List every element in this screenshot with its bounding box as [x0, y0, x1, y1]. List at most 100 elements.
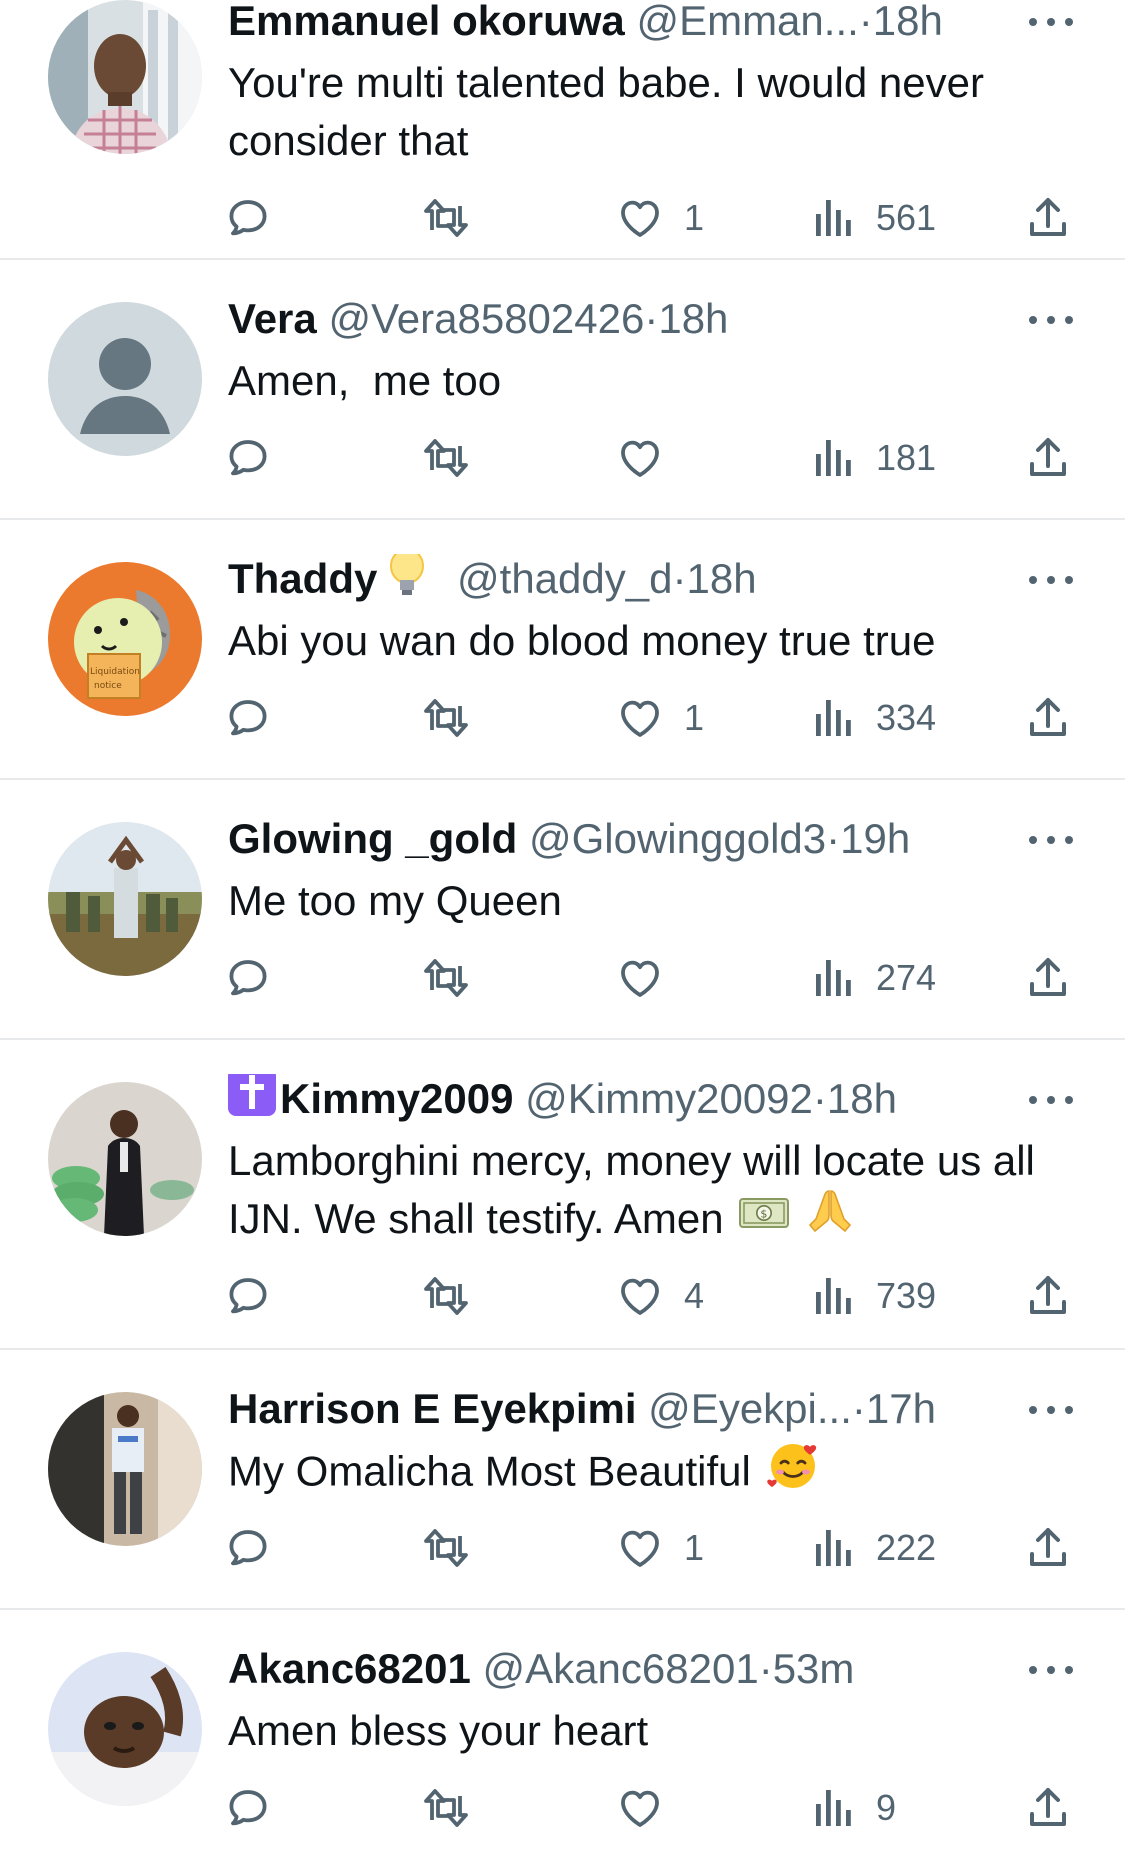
- retweet-icon: [420, 694, 472, 742]
- timestamp[interactable]: 18h: [686, 555, 756, 602]
- retweet-icon: [420, 1784, 472, 1832]
- reply-button[interactable]: [224, 192, 272, 244]
- like-button[interactable]: 1: [616, 692, 704, 744]
- reply-button[interactable]: [224, 692, 272, 744]
- share-upload-icon: [1024, 194, 1072, 242]
- retweet-button[interactable]: [420, 1522, 472, 1574]
- user-avatar[interactable]: [48, 1392, 202, 1546]
- user-avatar[interactable]: [48, 302, 202, 456]
- retweet-button[interactable]: [420, 192, 472, 244]
- views-button[interactable]: 274: [812, 952, 936, 1004]
- more-dots-icon[interactable]: [1029, 836, 1073, 848]
- separator-dot: ·: [826, 815, 841, 862]
- user-handle[interactable]: @Akanc68201: [483, 1645, 759, 1692]
- like-button[interactable]: 1: [616, 1522, 704, 1574]
- tweet-card[interactable]: Vera @Vera85802426·18h Amen, me too 181: [0, 260, 1125, 520]
- tweet-actions: 9: [228, 1782, 1108, 1834]
- user-handle[interactable]: @Emman...: [636, 0, 858, 44]
- user-avatar[interactable]: [48, 0, 202, 154]
- display-name[interactable]: Kimmy2009: [280, 1075, 513, 1122]
- tweet-text-body: My Omalicha Most Beautiful: [228, 1447, 751, 1495]
- tweet-card[interactable]: Harrison E Eyekpimi @Eyekpi...·17h My Oma…: [0, 1350, 1125, 1610]
- retweet-icon: [420, 1272, 472, 1320]
- reply-bubble-icon: [224, 1272, 272, 1320]
- retweet-button[interactable]: [420, 1270, 472, 1322]
- tweet-card[interactable]: Emmanuel okoruwa @Emman...·18h You're mul…: [0, 0, 1125, 260]
- user-avatar[interactable]: [48, 822, 202, 976]
- reply-button[interactable]: [224, 1522, 272, 1574]
- more-dots-icon[interactable]: [1029, 18, 1073, 30]
- user-handle[interactable]: @Glowinggold3: [529, 815, 826, 862]
- heart-icon: [616, 194, 664, 242]
- tweet-card[interactable]: Glowing _gold @Glowinggold3·19h Me too my…: [0, 780, 1125, 1040]
- like-button[interactable]: [616, 432, 684, 484]
- retweet-button[interactable]: [420, 1782, 472, 1834]
- separator-dot: ·: [758, 1645, 773, 1692]
- user-handle[interactable]: @Eyekpi...: [648, 1385, 852, 1432]
- timestamp[interactable]: 17h: [866, 1385, 936, 1432]
- like-button[interactable]: [616, 952, 684, 1004]
- more-dots-icon[interactable]: [1029, 576, 1073, 588]
- share-button[interactable]: [1024, 1782, 1072, 1834]
- views-button[interactable]: 222: [812, 1522, 936, 1574]
- reply-button[interactable]: [224, 1270, 272, 1322]
- tweet-card[interactable]: Liquidation notice Thaddy @thaddy_d·18h Abi…: [0, 520, 1125, 780]
- timestamp[interactable]: 53m: [773, 1645, 855, 1692]
- like-count: 1: [684, 197, 705, 238]
- reply-button[interactable]: [224, 1782, 272, 1834]
- display-name[interactable]: Thaddy: [228, 555, 377, 602]
- tweet-card[interactable]: Akanc68201 @Akanc68201·53m Amen bless you…: [0, 1610, 1125, 1850]
- timestamp[interactable]: 19h: [840, 815, 910, 862]
- retweet-button[interactable]: [420, 432, 472, 484]
- views-button[interactable]: 561: [812, 192, 936, 244]
- views-button[interactable]: 181: [812, 432, 936, 484]
- share-button[interactable]: [1024, 432, 1072, 484]
- share-button[interactable]: [1024, 1270, 1072, 1322]
- timestamp[interactable]: 18h: [827, 1075, 897, 1122]
- share-button[interactable]: [1024, 952, 1072, 1004]
- display-name[interactable]: Vera: [228, 295, 317, 342]
- display-name[interactable]: Harrison E Eyekpimi: [228, 1385, 637, 1432]
- reply-button[interactable]: [224, 952, 272, 1004]
- like-button[interactable]: [616, 1782, 684, 1834]
- display-name[interactable]: Emmanuel okoruwa: [228, 0, 625, 44]
- lightbulb-icon: [385, 554, 429, 604]
- share-button[interactable]: [1024, 1522, 1072, 1574]
- user-handle[interactable]: @Kimmy20092: [525, 1075, 813, 1122]
- more-dots-icon[interactable]: [1029, 316, 1073, 328]
- share-button[interactable]: [1024, 192, 1072, 244]
- share-button[interactable]: [1024, 692, 1072, 744]
- tweet-text-body: Abi you wan do blood money true true: [228, 617, 936, 664]
- retweet-button[interactable]: [420, 692, 472, 744]
- user-avatar[interactable]: Liquidation notice: [48, 562, 202, 716]
- retweet-button[interactable]: [420, 952, 472, 1004]
- timestamp[interactable]: 18h: [873, 0, 943, 44]
- smiling-face-with-hearts-icon: [765, 1436, 821, 1507]
- heart-icon: [616, 954, 664, 1002]
- views-button[interactable]: 9: [812, 1782, 896, 1834]
- more-dots-icon[interactable]: [1029, 1406, 1073, 1418]
- tweet-card[interactable]: Kimmy2009 @Kimmy20092·18h Lamborghini mer…: [0, 1040, 1125, 1350]
- user-avatar[interactable]: [48, 1082, 202, 1236]
- reply-button[interactable]: [224, 432, 272, 484]
- views-button[interactable]: 334: [812, 692, 936, 744]
- tweet-text-body: Lamborghini mercy, money will locate us …: [228, 1137, 1047, 1242]
- user-avatar[interactable]: [48, 1652, 202, 1806]
- more-dots-icon[interactable]: [1029, 1096, 1073, 1108]
- tweet-text: Me too my Queen: [228, 872, 1088, 930]
- display-name[interactable]: Glowing _gold: [228, 815, 517, 862]
- tweet-text: Amen, me too: [228, 352, 1088, 410]
- like-button[interactable]: 4: [616, 1270, 704, 1322]
- heart-icon: [616, 1272, 664, 1320]
- views-button[interactable]: 739: [812, 1270, 936, 1322]
- like-count: 4: [684, 1275, 705, 1316]
- more-dots-icon[interactable]: [1029, 1666, 1073, 1678]
- tweet-text: Lamborghini mercy, money will locate us …: [228, 1132, 1088, 1252]
- dollar-banknote-icon: $: [738, 1190, 790, 1248]
- reply-bubble-icon: [224, 1524, 272, 1572]
- user-handle[interactable]: @thaddy_d: [457, 555, 672, 602]
- user-handle[interactable]: @Vera85802426: [328, 295, 644, 342]
- timestamp[interactable]: 18h: [658, 295, 728, 342]
- like-button[interactable]: 1: [616, 192, 704, 244]
- display-name[interactable]: Akanc68201: [228, 1645, 471, 1692]
